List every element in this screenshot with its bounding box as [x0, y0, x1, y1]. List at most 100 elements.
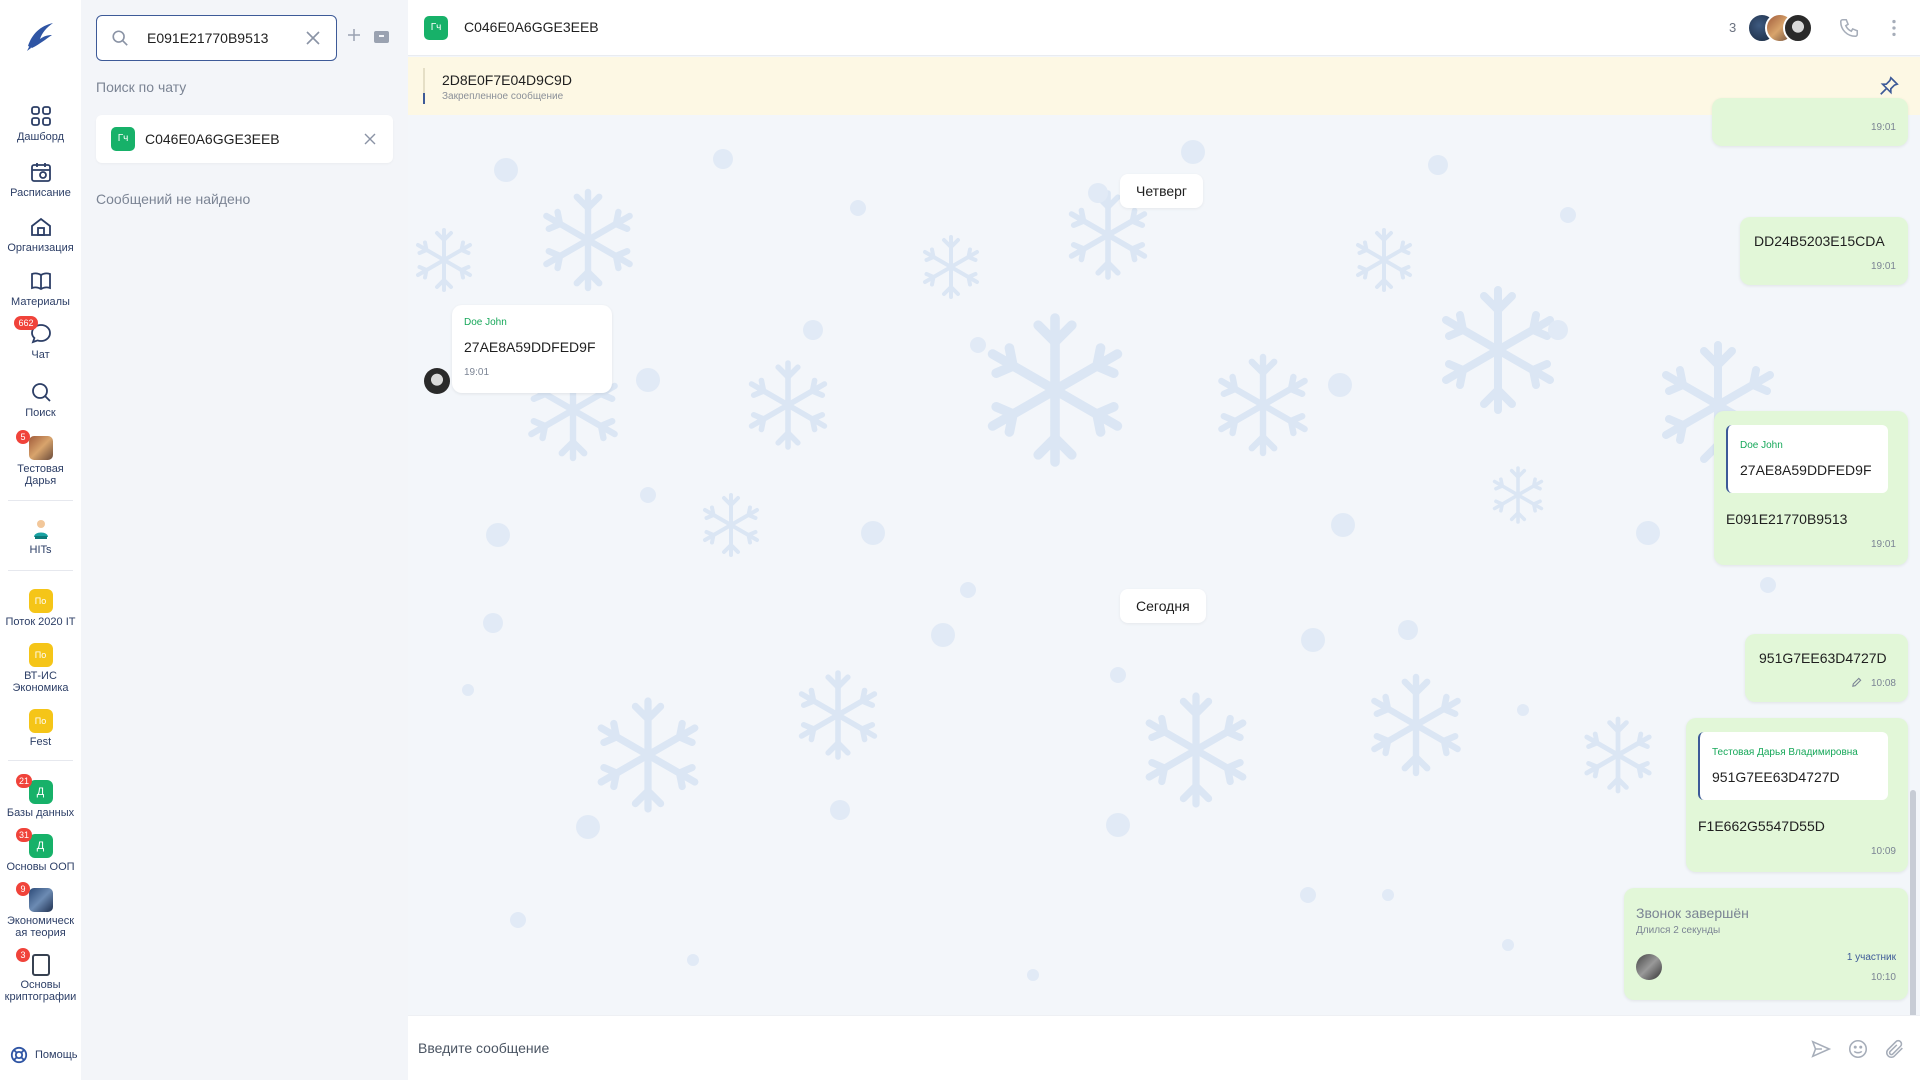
chat-avatar[interactable]: Гч [424, 16, 448, 40]
hits-logo-icon [33, 520, 48, 539]
message-bubble[interactable]: Тестовая Дарья Владимировна 951G7EE63D47… [1686, 718, 1908, 872]
message-time: 19:01 [1870, 261, 1896, 272]
sidebar-item-label: Расписание [10, 187, 71, 199]
message-bubble[interactable]: 951G7EE63D4727D 10:08 [1745, 634, 1908, 702]
sidebar-item-schedule[interactable]: Расписание [0, 160, 81, 199]
sidebar-item-potok-2020[interactable]: По Поток 2020 IT [0, 589, 81, 628]
sidebar-item-search[interactable]: Поиск [0, 380, 81, 419]
date-separator: Четверг [1120, 174, 1204, 208]
sidebar-item-label: Экономическая теория [6, 915, 75, 939]
chat-avatar: Гч [111, 127, 135, 151]
message-text: DD24B5203E15CDA [1754, 233, 1885, 249]
sidebar-item-economics[interactable]: 9 Экономическая теория [0, 882, 81, 939]
message-text: F1E662G5547D55D [1698, 818, 1825, 834]
book-icon [30, 272, 51, 291]
attach-icon[interactable] [1884, 1038, 1906, 1060]
document-icon [31, 954, 50, 976]
user-avatar [28, 436, 53, 460]
sidebar-item-label: Базы данных [6, 807, 75, 819]
rail-divider [8, 760, 73, 761]
message-bubble[interactable]: Doe John 27AE8A59DDFED9F E091E21770B9513… [1714, 411, 1908, 565]
emoji-icon[interactable] [1847, 1038, 1869, 1060]
schedule-icon [30, 163, 51, 182]
chat-scrollbar[interactable] [1910, 790, 1916, 1022]
group-avatar: По [28, 589, 53, 613]
search-scope-chip[interactable]: Гч C046E0A6GGE3EEB [96, 115, 393, 163]
sidebar-item-fest[interactable]: По Fest [0, 709, 81, 748]
group-avatar: Д [28, 780, 53, 804]
members-count[interactable]: 3 [1729, 20, 1736, 35]
remove-scope-icon[interactable] [363, 132, 377, 146]
edited-pencil-icon [1852, 677, 1862, 687]
pinned-label: Закрепленное сообщение [442, 91, 564, 102]
message-bubble[interactable]: DD24B5203E15CDA 19:01 [1740, 217, 1908, 285]
participant-avatar[interactable] [1636, 954, 1662, 980]
pin-icon[interactable] [1878, 75, 1900, 97]
search-input[interactable] [147, 30, 287, 46]
group-avatar: Д [28, 834, 53, 858]
sidebar-item-organization[interactable]: Организация [0, 215, 81, 254]
chip-title: C046E0A6GGE3EEB [145, 131, 280, 147]
organization-icon [30, 217, 51, 236]
send-icon[interactable] [1810, 1038, 1832, 1060]
more-icon[interactable] [1883, 17, 1905, 39]
chat-title[interactable]: C046E0A6GGE3EEB [464, 19, 599, 35]
reply-sender: Тестовая Дарья Владимировна [1712, 747, 1858, 758]
sidebar-item-cryptography[interactable]: 3 Основы криптографии [0, 948, 81, 1003]
phone-icon[interactable] [1838, 17, 1860, 39]
sidebar-item-test-user[interactable]: 5 Тестовая Дарья [0, 430, 81, 487]
message-bubble[interactable]: Doe John 27AE8A59DDFED9F 19:01 [452, 305, 612, 393]
reply-sender: Doe John [1740, 440, 1783, 451]
sidebar-item-label: Основы криптографии [4, 979, 77, 1003]
left-rail: Дашборд Расписание Организация Материалы… [0, 0, 81, 1080]
sidebar-item-materials[interactable]: Материалы [0, 269, 81, 308]
help-label: Помощь [35, 1049, 78, 1061]
message-bubble-partial[interactable]: 19:01 [1712, 98, 1908, 146]
group-avatar: По [28, 709, 53, 733]
unread-badge: 662 [14, 316, 38, 330]
call-participants[interactable]: 1 участник [1847, 952, 1896, 963]
sidebar-item-databases[interactable]: Д 21 Базы данных [0, 774, 81, 819]
call-duration: Длился 2 секунды [1636, 925, 1721, 936]
pinned-message[interactable]: 2D8E0F7E04D9C9D Закрепленное сообщение [408, 57, 1920, 115]
reply-quote[interactable]: Doe John 27AE8A59DDFED9F [1726, 425, 1888, 493]
group-avatar: По [28, 643, 53, 667]
member-avatar[interactable] [1783, 13, 1813, 43]
message-time: 19:01 [1870, 122, 1896, 133]
message-sender[interactable]: Doe John [464, 317, 507, 328]
snowflake-background [416, 140, 1776, 981]
sidebar-item-hits[interactable]: HITs [0, 517, 81, 556]
sidebar-item-vt-is[interactable]: По ВТ-ИС Экономика [0, 643, 81, 694]
message-time: 19:01 [464, 367, 490, 378]
sidebar-item-label: Тестовая Дарья [17, 463, 64, 487]
app-logo-icon[interactable] [22, 18, 58, 54]
search-field[interactable] [96, 15, 337, 61]
archive-icon[interactable] [374, 29, 389, 43]
message-text: 27AE8A59DDFED9F [464, 339, 596, 355]
help-link[interactable]: Помощь [10, 1046, 78, 1064]
call-ended-message[interactable]: Звонок завершён Длился 2 секунды 1 участ… [1624, 888, 1908, 1000]
sidebar-item-label: Поиск [25, 407, 56, 419]
reply-quote[interactable]: Тестовая Дарья Владимировна 951G7EE63D47… [1698, 732, 1888, 800]
search-scope-hint: Поиск по чату [96, 79, 187, 95]
clear-search-icon[interactable] [304, 29, 322, 47]
sender-avatar[interactable] [424, 368, 450, 394]
reply-text: 27AE8A59DDFED9F [1740, 462, 1872, 478]
message-time: 10:09 [1870, 846, 1896, 857]
pinned-indicator [423, 68, 425, 104]
sidebar-item-chat[interactable]: 662 Чат [0, 316, 81, 361]
lifebuoy-icon [10, 1046, 28, 1064]
message-time: 19:01 [1870, 539, 1896, 550]
message-input[interactable] [418, 1035, 1718, 1061]
rail-divider [8, 570, 73, 571]
sidebar-item-label: Fest [29, 736, 52, 748]
unread-badge: 5 [16, 430, 30, 444]
unread-badge: 21 [16, 774, 33, 788]
sidebar-item-dashboard[interactable]: Дашборд [0, 104, 81, 143]
unread-badge: 9 [16, 882, 30, 896]
sidebar-item-oop[interactable]: Д 31 Основы ООП [0, 828, 81, 873]
add-icon[interactable] [347, 28, 361, 42]
group-avatar [28, 888, 53, 912]
unread-badge: 31 [16, 828, 33, 842]
sidebar-item-label: ВТ-ИС Экономика [12, 670, 69, 694]
